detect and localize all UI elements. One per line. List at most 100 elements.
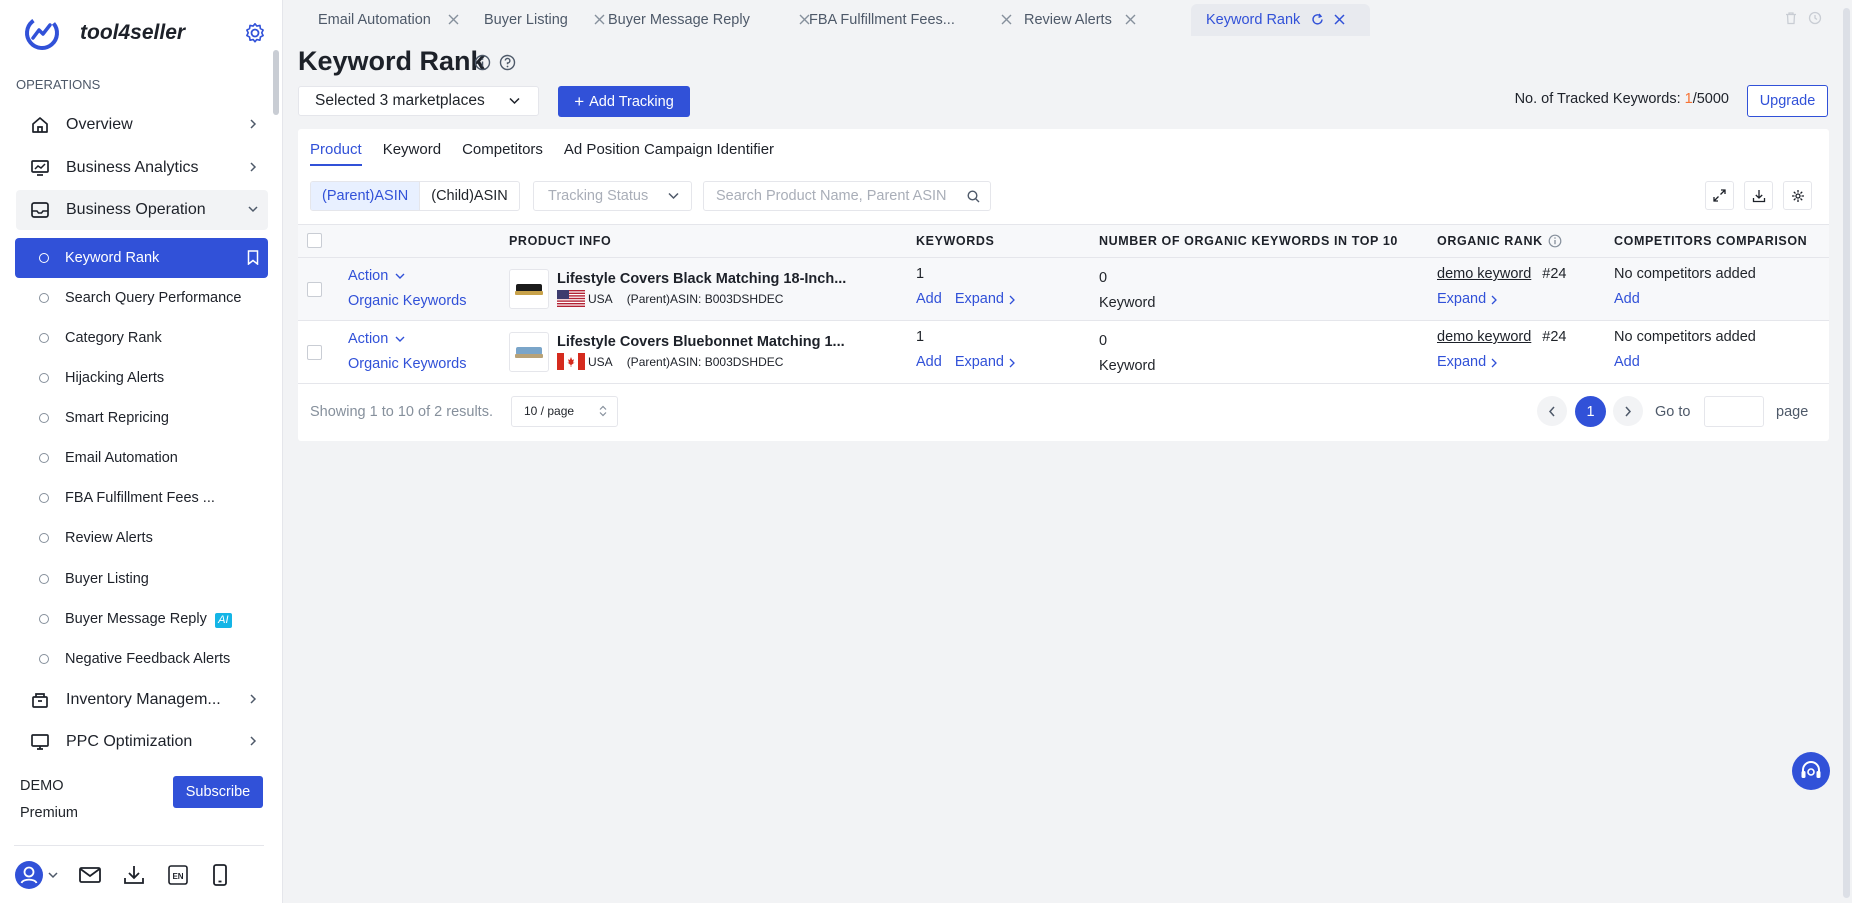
sidebar-scrollbar[interactable]: [273, 50, 279, 115]
sidebar-subitem-buyer-message-reply[interactable]: Buyer Message Reply AI: [15, 599, 268, 639]
subtab-product[interactable]: Product: [310, 141, 362, 166]
section-label: OPERATIONS: [16, 77, 101, 92]
sidebar-subitem-hijacking-alerts[interactable]: Hijacking Alerts: [15, 358, 268, 398]
subtab-competitors[interactable]: Competitors: [462, 141, 543, 166]
add-competitor-link[interactable]: Add: [1614, 287, 1756, 312]
refresh-icon[interactable]: [1311, 13, 1324, 26]
child-asin-toggle[interactable]: (Child)ASIN: [420, 182, 519, 210]
subtab-keyword[interactable]: Keyword: [383, 141, 441, 166]
row-checkbox[interactable]: [307, 282, 322, 297]
product-title[interactable]: Lifestyle Covers Bluebonnet Matching 1..…: [557, 334, 847, 350]
scroll-thumb[interactable]: [1843, 8, 1850, 898]
divider: [14, 845, 264, 846]
parent-asin-toggle[interactable]: (Parent)ASIN: [311, 182, 421, 210]
tracking-status-select[interactable]: Tracking Status: [533, 181, 692, 211]
goto-page-input[interactable]: [1704, 396, 1764, 427]
sidebar-item-business-analytics[interactable]: Business Analytics: [16, 148, 268, 188]
product-title[interactable]: Lifestyle Covers Black Matching 18-Inch.…: [557, 271, 847, 287]
expand-keywords-link[interactable]: Expand: [955, 287, 1004, 312]
sidebar-subitem-smart-repricing[interactable]: Smart Repricing: [15, 398, 268, 438]
add-tracking-button[interactable]: + Add Tracking: [558, 86, 690, 117]
sidebar-item-overview[interactable]: Overview: [16, 105, 268, 145]
sidebar-subitem-review-alerts[interactable]: Review Alerts: [15, 518, 268, 558]
sidebar-subitem-buyer-listing[interactable]: Buyer Listing: [15, 559, 268, 599]
page-size-select[interactable]: 10 / page: [511, 396, 618, 427]
brand[interactable]: tool4seller: [24, 15, 185, 51]
sidebar-item-business-operation[interactable]: Business Operation: [16, 190, 268, 230]
mobile-icon[interactable]: [210, 863, 230, 887]
tab-buyer-message-reply[interactable]: Buyer Message Reply: [573, 4, 810, 36]
export-icon[interactable]: [1744, 181, 1773, 210]
search-icon[interactable]: [967, 190, 980, 203]
language-icon[interactable]: EN: [166, 864, 190, 886]
sidebar-subitem-label: Buyer Listing: [65, 571, 149, 587]
next-page-button[interactable]: [1613, 396, 1643, 426]
row-checkbox[interactable]: [307, 345, 322, 360]
sidebar-subitem-email-automation[interactable]: Email Automation: [15, 438, 268, 478]
mail-icon[interactable]: [78, 865, 102, 885]
tab-email-automation[interactable]: Email Automation: [283, 4, 459, 36]
column-settings-icon[interactable]: [1783, 181, 1812, 210]
add-keyword-link[interactable]: Add: [916, 350, 942, 375]
close-icon[interactable]: [1334, 14, 1345, 25]
download-icon[interactable]: [122, 864, 146, 886]
marketplace-select[interactable]: Selected 3 marketplaces: [298, 86, 539, 116]
help-icon[interactable]: [499, 54, 516, 71]
tab-buyer-listing[interactable]: Buyer Listing: [449, 4, 605, 36]
support-chat-button[interactable]: [1792, 752, 1830, 790]
bookmark-icon[interactable]: [247, 250, 259, 265]
subtab-ad-position[interactable]: Ad Position Campaign Identifier: [564, 141, 774, 166]
product-thumbnail[interactable]: [509, 269, 549, 309]
rank-keyword-link[interactable]: demo keyword: [1437, 329, 1531, 345]
sidebar-subitem-negative-feedback-alerts[interactable]: Negative Feedback Alerts: [15, 639, 268, 679]
expand-keywords-link[interactable]: Expand: [955, 350, 1004, 375]
subtab-bar: Product Keyword Competitors Ad Position …: [310, 141, 795, 166]
select-all-checkbox[interactable]: [307, 233, 322, 248]
chevron-right-icon: [248, 119, 258, 129]
tab-fba-fulfillment-fees[interactable]: FBA Fulfillment Fees...: [774, 4, 1012, 36]
history-icon[interactable]: [1808, 11, 1822, 25]
tab-tools: [1784, 11, 1822, 25]
organic-keywords-link[interactable]: Organic Keywords: [348, 289, 466, 314]
sidebar-subitem-category-rank[interactable]: Category Rank: [15, 318, 268, 358]
sidebar-subitem-keyword-rank[interactable]: Keyword Rank: [15, 238, 268, 278]
monitor-icon: [30, 732, 50, 752]
rank-keyword-link[interactable]: demo keyword: [1437, 266, 1531, 282]
expand-rank-link[interactable]: Expand: [1437, 287, 1486, 312]
home-icon: [30, 115, 50, 135]
trash-icon[interactable]: [1784, 11, 1798, 25]
action-dropdown[interactable]: Action: [348, 327, 466, 352]
page-scrollbar[interactable]: [1840, 0, 1852, 903]
fullscreen-icon[interactable]: [1705, 181, 1734, 210]
table-row[interactable]: Action Organic Keywords Lifestyle Covers…: [298, 321, 1829, 384]
action-dropdown[interactable]: Action: [348, 264, 466, 289]
search-input[interactable]: Search Product Name, Parent ASIN: [703, 181, 991, 211]
table-row[interactable]: Action Organic Keywords Lifestyle Covers…: [298, 258, 1829, 321]
add-competitor-link[interactable]: Add: [1614, 350, 1756, 375]
page-number-current[interactable]: 1: [1575, 396, 1606, 427]
sidebar-subitem-label: Search Query Performance: [65, 290, 242, 306]
tab-label: Buyer Listing: [484, 12, 568, 28]
organic-keywords-link[interactable]: Organic Keywords: [348, 352, 466, 377]
sidebar-subitem-search-query-performance[interactable]: Search Query Performance: [15, 278, 268, 318]
previous-page-button[interactable]: [1537, 396, 1567, 426]
info-icon[interactable]: [1548, 234, 1562, 248]
tab-keyword-rank[interactable]: Keyword Rank: [1191, 4, 1370, 36]
sidebar-subitem-label: Review Alerts: [65, 530, 153, 546]
tab-review-alerts[interactable]: Review Alerts: [989, 4, 1139, 36]
subscribe-button[interactable]: Subscribe: [173, 776, 263, 808]
expand-rank-link[interactable]: Expand: [1437, 350, 1486, 375]
upgrade-button[interactable]: Upgrade: [1747, 85, 1828, 117]
sidebar-item-ppc-optimization[interactable]: PPC Optimization: [16, 722, 268, 762]
row-actions: Action Organic Keywords: [348, 327, 466, 377]
product-thumbnail[interactable]: [509, 332, 549, 372]
svg-text:EN: EN: [172, 872, 183, 881]
info-icon[interactable]: [474, 54, 491, 71]
add-keyword-link[interactable]: Add: [916, 287, 942, 312]
sidebar-subitem-fba-fulfillment-fees[interactable]: FBA Fulfillment Fees ...: [15, 478, 268, 518]
close-icon[interactable]: [1125, 14, 1136, 25]
user-avatar-icon[interactable]: [14, 860, 58, 890]
gear-icon[interactable]: [244, 22, 266, 44]
chevron-right-icon: [1491, 295, 1498, 304]
sidebar-item-inventory-management[interactable]: Inventory Managem...: [16, 680, 268, 720]
